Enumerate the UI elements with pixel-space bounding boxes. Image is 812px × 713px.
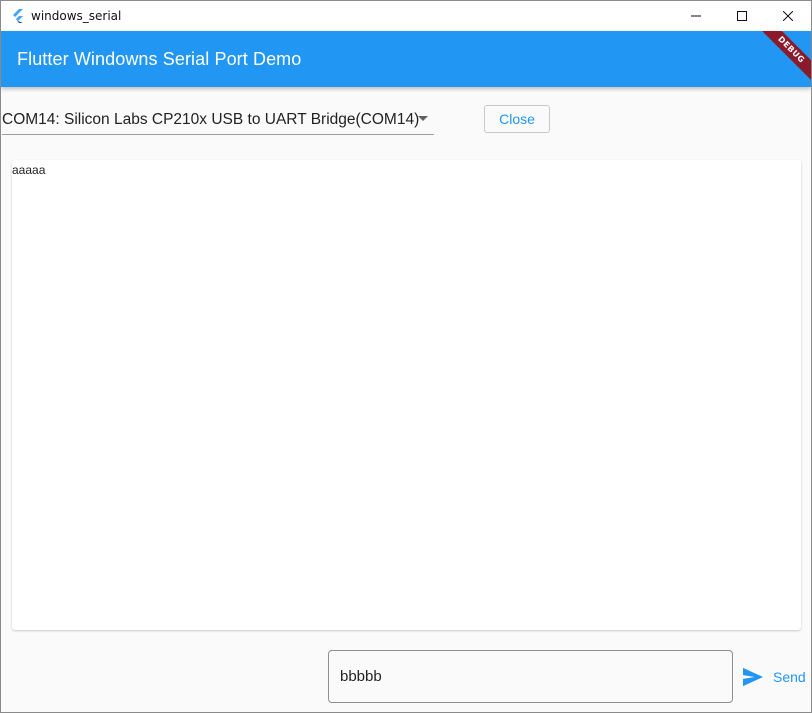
debug-label: DEBUG [756, 31, 811, 85]
title-bar[interactable]: windows_serial [1, 1, 811, 31]
maximize-icon [737, 11, 747, 21]
port-dropdown-value: COM14: Silicon Labs CP210x USB to UART B… [2, 110, 420, 128]
send-icon [743, 667, 763, 687]
flutter-logo-icon [13, 9, 23, 23]
page-title: Flutter Windowns Serial Port Demo [17, 48, 302, 69]
maximize-button[interactable] [719, 1, 765, 31]
received-log-text: aaaaa [12, 163, 46, 177]
window-controls [673, 1, 811, 31]
app-bar: Flutter Windowns Serial Port Demo DEBUG [1, 31, 811, 87]
debug-banner: DEBUG [755, 31, 811, 87]
send-button-label: Send [773, 669, 806, 685]
caret-down-icon [418, 116, 428, 121]
minimize-icon [691, 15, 701, 17]
send-button[interactable]: Send [739, 663, 809, 691]
received-log-panel[interactable]: aaaaa [12, 160, 801, 630]
port-dropdown[interactable]: COM14: Silicon Labs CP210x USB to UART B… [2, 105, 434, 135]
window-close-button[interactable] [765, 1, 811, 31]
app-window: windows_serial Flutter Windowns Serial P… [0, 0, 812, 713]
window-title: windows_serial [31, 9, 122, 23]
close-icon [783, 11, 793, 21]
minimize-button[interactable] [673, 1, 719, 31]
close-port-button[interactable]: Close [484, 105, 550, 133]
send-input[interactable] [328, 650, 733, 703]
